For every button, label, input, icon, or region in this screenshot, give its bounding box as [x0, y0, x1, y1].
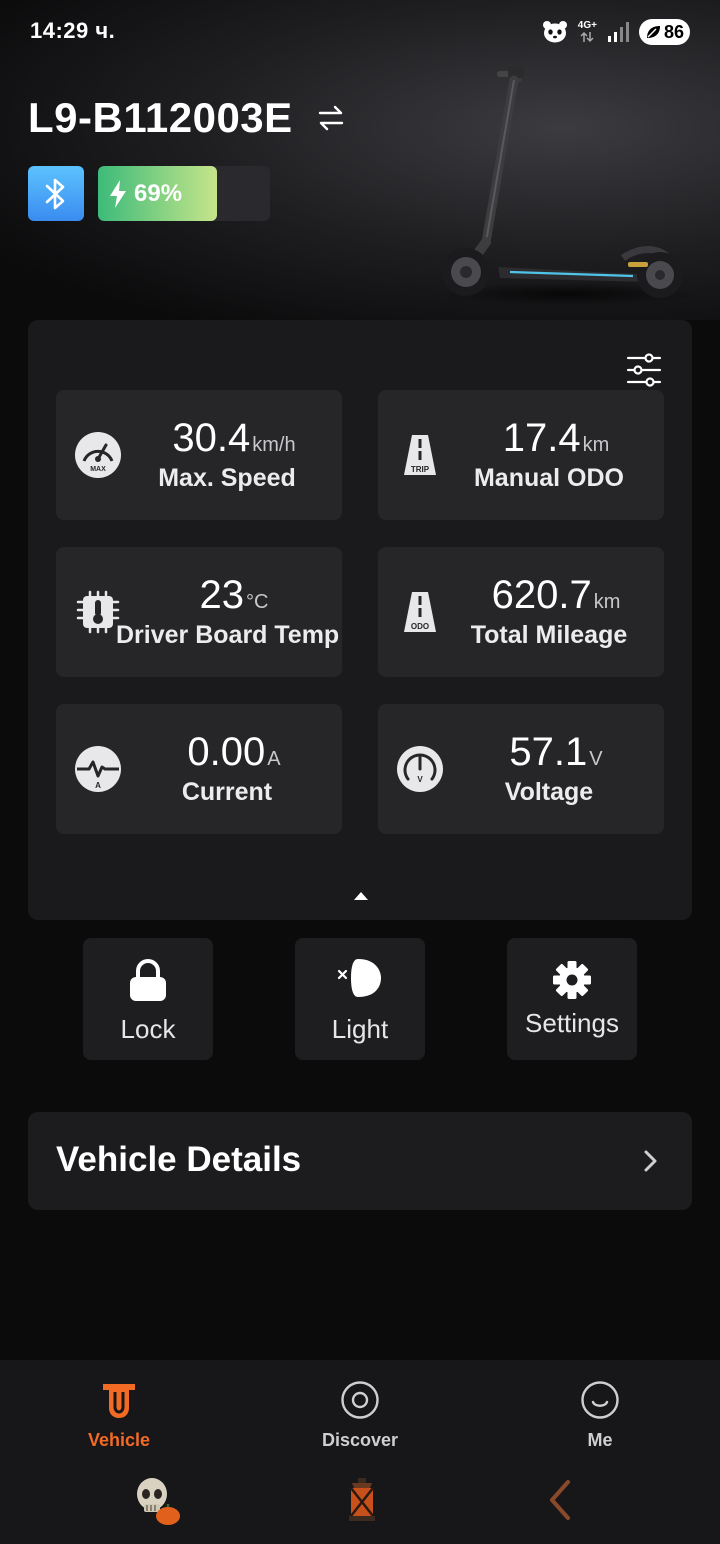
- road-trip-icon: TRIP: [404, 435, 436, 475]
- stat-tile-manual-odo[interactable]: TRIP 17.4 km Manual ODO: [378, 390, 664, 520]
- chevron-right-icon: [644, 1150, 657, 1172]
- status-bar: 14:29 ч. 4G+ 86: [0, 0, 720, 64]
- light-label: Light: [331, 1014, 389, 1044]
- vehicle-icon: [103, 1384, 135, 1418]
- tab-vehicle[interactable]: Vehicle: [39, 1378, 199, 1478]
- svg-text:TRIP: TRIP: [411, 465, 430, 474]
- stat-label: Current: [181, 778, 273, 806]
- stat-tile-total-mileage[interactable]: ODO 620.7 km Total Mileage: [378, 547, 664, 677]
- status-icons: 4G+ 86: [542, 16, 690, 48]
- tab-vehicle-label: Vehicle: [87, 1430, 151, 1450]
- stat-tile-max-speed[interactable]: MAX 30.4 km/h Max. Speed: [56, 390, 342, 520]
- stat-unit: V: [589, 748, 603, 770]
- stat-label: Driver Board Temp: [116, 621, 340, 649]
- voltage-gauge-icon: V: [397, 746, 443, 792]
- battery-level-text: 69%: [108, 166, 182, 221]
- tab-discover-label: Discover: [321, 1430, 399, 1450]
- discover-icon: [341, 1381, 379, 1419]
- stat-unit: °C: [246, 591, 269, 613]
- lock-label: Lock: [120, 1014, 176, 1044]
- svg-text:MAX: MAX: [90, 466, 106, 473]
- settings-button[interactable]: Settings: [507, 938, 637, 1060]
- road-odo-icon: ODO: [404, 592, 436, 632]
- bluetooth-icon: [45, 178, 65, 209]
- status-battery: 86: [638, 19, 690, 45]
- status-battery-level: 86: [663, 21, 684, 42]
- light-off-icon: [337, 959, 381, 997]
- vehicle-details-title: Vehicle Details: [56, 1140, 302, 1179]
- battery-percent-label: 69%: [134, 179, 183, 207]
- stat-label: Total Mileage: [470, 621, 628, 649]
- stat-unit: km/h: [252, 434, 296, 456]
- vehicle-details-row[interactable]: Vehicle Details: [28, 1112, 692, 1210]
- stat-tile-voltage[interactable]: V 57.1 V Voltage: [378, 704, 664, 834]
- stat-label: Voltage: [504, 778, 594, 806]
- stat-unit: km: [593, 591, 621, 613]
- stat-value: 57.1 V: [509, 730, 603, 774]
- lightning-icon: [110, 179, 126, 208]
- stat-value: 30.4 km/h: [172, 416, 296, 460]
- filter-settings-icon[interactable]: [624, 350, 664, 390]
- bluetooth-status[interactable]: [28, 166, 84, 221]
- skull-pumpkin-icon[interactable]: [132, 1474, 184, 1526]
- network-arrows-icon: [580, 31, 594, 43]
- stats-panel: MAX 30.4 km/h Max. Speed TRIP 17.4 km Manu…: [28, 320, 692, 920]
- swap-arrows-icon[interactable]: [316, 104, 346, 132]
- network-type-label: 4G+: [577, 20, 597, 31]
- me-smile-icon: [581, 1381, 619, 1419]
- tab-discover[interactable]: Discover: [280, 1378, 440, 1478]
- light-button[interactable]: Light: [295, 938, 425, 1060]
- stat-label: Max. Speed: [158, 464, 296, 492]
- stat-unit: km: [582, 434, 610, 456]
- battery-saver-leaf-icon: [646, 26, 660, 38]
- stat-label: Manual ODO: [473, 464, 624, 492]
- back-chevron-icon[interactable]: [534, 1474, 586, 1526]
- lock-icon: [130, 959, 166, 1001]
- current-ampere-icon: A: [75, 746, 121, 792]
- panda-icon: [542, 21, 567, 43]
- stat-value: 620.7 km: [491, 573, 621, 617]
- tab-me-label: Me: [587, 1430, 613, 1450]
- scooter-name[interactable]: L9-B112003E: [28, 94, 293, 142]
- collapse-caret-icon[interactable]: [354, 892, 368, 900]
- stat-tile-current[interactable]: A 0.00 A Current: [56, 704, 342, 834]
- svg-text:V: V: [417, 775, 423, 784]
- stat-tile-driver-board-temp[interactable]: 23 °C Driver Board Temp: [56, 547, 342, 677]
- stat-value: 17.4 km: [502, 416, 610, 460]
- status-time: 14:29 ч.: [30, 18, 116, 43]
- lock-button[interactable]: Lock: [83, 938, 213, 1060]
- chip-thermometer-icon: [76, 590, 120, 634]
- scooter-image: [438, 66, 698, 306]
- signal-icon: [607, 22, 629, 42]
- svg-text:ODO: ODO: [411, 622, 429, 631]
- stat-unit: A: [267, 748, 281, 770]
- speedometer-max-icon: MAX: [75, 432, 121, 478]
- battery-level-bar: 69%: [98, 166, 270, 221]
- gear-icon: [553, 961, 591, 999]
- svg-text:A: A: [95, 781, 101, 790]
- stat-value: 23 °C: [199, 573, 269, 617]
- lantern-icon[interactable]: [336, 1474, 388, 1526]
- settings-label: Settings: [525, 1008, 619, 1038]
- stat-value: 0.00 A: [187, 730, 281, 774]
- network-indicator: 4G+: [578, 21, 597, 43]
- tab-me[interactable]: Me: [520, 1378, 680, 1478]
